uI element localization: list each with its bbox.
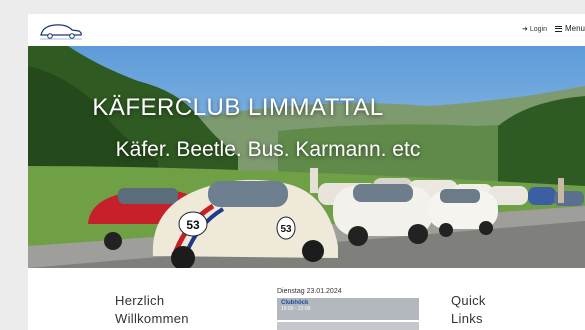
welcome-line-2: Willkommen <box>115 311 189 326</box>
calendar-event-time: 19:00 - 22:00 <box>281 306 311 312</box>
quick-line-1: Quick <box>451 293 486 308</box>
login-icon: ➜ <box>521 26 528 33</box>
welcome-line-1: Herzlich <box>115 293 165 308</box>
hero-subtitle: Käfer. Beetle. Bus. Karmann. etc <box>115 138 421 161</box>
login-label: Login <box>529 25 547 33</box>
calendar-event-placeholder <box>277 322 419 330</box>
car-logo-icon[interactable] <box>38 21 84 41</box>
content-section: Herzlich Willkommen Dienstag 23.01.2024 … <box>28 268 585 330</box>
welcome-heading: Herzlich Willkommen <box>115 292 189 328</box>
hero-title: KÄFERCLUB LIMMATTAL <box>92 94 384 121</box>
calendar-event[interactable]: Clubhöck 19:00 - 22:00 <box>277 298 419 320</box>
menu-label: Menu <box>564 24 585 33</box>
calendar-date: Dienstag 23.01.2024 <box>277 288 342 295</box>
hero-banner: 53 53 KÄFERCLUB LIMMATTAL Käfer. Beetle.… <box>28 46 585 268</box>
car-number-side: 53 <box>280 224 292 235</box>
menu-button[interactable]: Menu <box>554 24 585 33</box>
car-number-front: 53 <box>186 218 200 232</box>
top-navigation-bar: ➜ Login Menu <box>28 14 585 46</box>
calendar-widget: Dienstag 23.01.2024 Clubhöck 19:00 - 22:… <box>277 288 419 330</box>
quick-links-heading: Quick Links <box>451 292 486 328</box>
login-link[interactable]: ➜ Login <box>521 25 547 34</box>
quick-line-2: Links <box>451 311 483 326</box>
page: ➜ Login Menu 53 53 KÄFERCLUB LIMMATTAL K… <box>28 14 585 330</box>
hamburger-icon <box>554 25 562 32</box>
